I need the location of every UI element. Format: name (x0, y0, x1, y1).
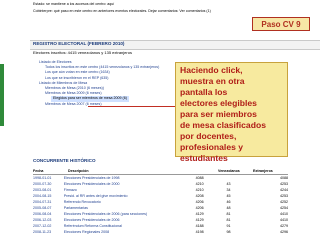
cell-ext: 98 (226, 230, 231, 234)
cell-total: 4296 (280, 230, 289, 234)
electores-line: Electores inscritos: 4415 venezolanos y … (33, 50, 132, 55)
top-line-2: Cobinterpre: qué paso en este centro en … (33, 9, 211, 13)
tree-item-label[interactable]: Miembros de Mesa (2010 (6 meses)) (45, 86, 104, 90)
top-info: Estado: se mantiene a los accesos del ce… (33, 1, 293, 15)
cell-ven: 4198 (195, 230, 204, 234)
callout-line: para ser miembros (180, 109, 257, 119)
callout-line: de mesa clasificados (180, 120, 266, 130)
header-descripcion: Descripción (68, 169, 89, 173)
cell-desc[interactable]: Elecciones Regionales 2008 (64, 229, 196, 235)
callout-line: Haciendo click, (180, 65, 243, 75)
header-venezolanos: Venezolanos (218, 169, 240, 173)
cell-fecha: 2008-11-23 (33, 230, 52, 234)
header-fecha: Fecha (33, 169, 44, 173)
table-row[interactable]: 2008-11-23 Elecciones Regionales 2008 4198… (33, 229, 288, 235)
side-strip (0, 64, 4, 126)
tree-item-label[interactable]: Los que se inscribieron en el REP (635) (45, 76, 108, 80)
tree-item-label[interactable]: Miembros de Mesa 2009 (6 meses) (45, 91, 102, 95)
callout-line: estudiantes (180, 153, 228, 163)
tree-item-label[interactable]: Listado de Electores (39, 60, 72, 64)
paso-badge: Paso CV 9 (252, 17, 310, 31)
history-table: Fecha Descripción Venezolanos Extranjero… (33, 169, 288, 235)
callout-line: muestra en otra (180, 76, 245, 86)
sub-title: CONCURRENTE HISTÓRICO (33, 158, 96, 163)
callout-line: profesionales y (180, 142, 244, 152)
callout-box: Haciendo click, muestra en otra pantalla… (175, 62, 288, 163)
header-extranjeros: Extranjeros (253, 169, 273, 173)
tree-item-label[interactable]: Todos los inscritos en este centro (4415… (45, 65, 159, 69)
callout-connector (88, 106, 175, 107)
tree-item-label[interactable]: Los que aún votan en este centro (1634) (45, 70, 110, 74)
tree-list: Listado de Electores Todos los inscritos… (33, 60, 193, 107)
tree-item-label[interactable]: Listado de Miembros de Mesa (39, 81, 87, 85)
section-title: REGISTRO ELECTORAL (FEBRERO 2010) (33, 41, 125, 46)
callout-line: por docentes, (180, 131, 237, 141)
callout-line: pantalla los (180, 87, 228, 97)
callout-line: electores elegibles (180, 98, 257, 108)
top-line-1: Estado: se mantiene a los accesos del ce… (33, 2, 115, 6)
